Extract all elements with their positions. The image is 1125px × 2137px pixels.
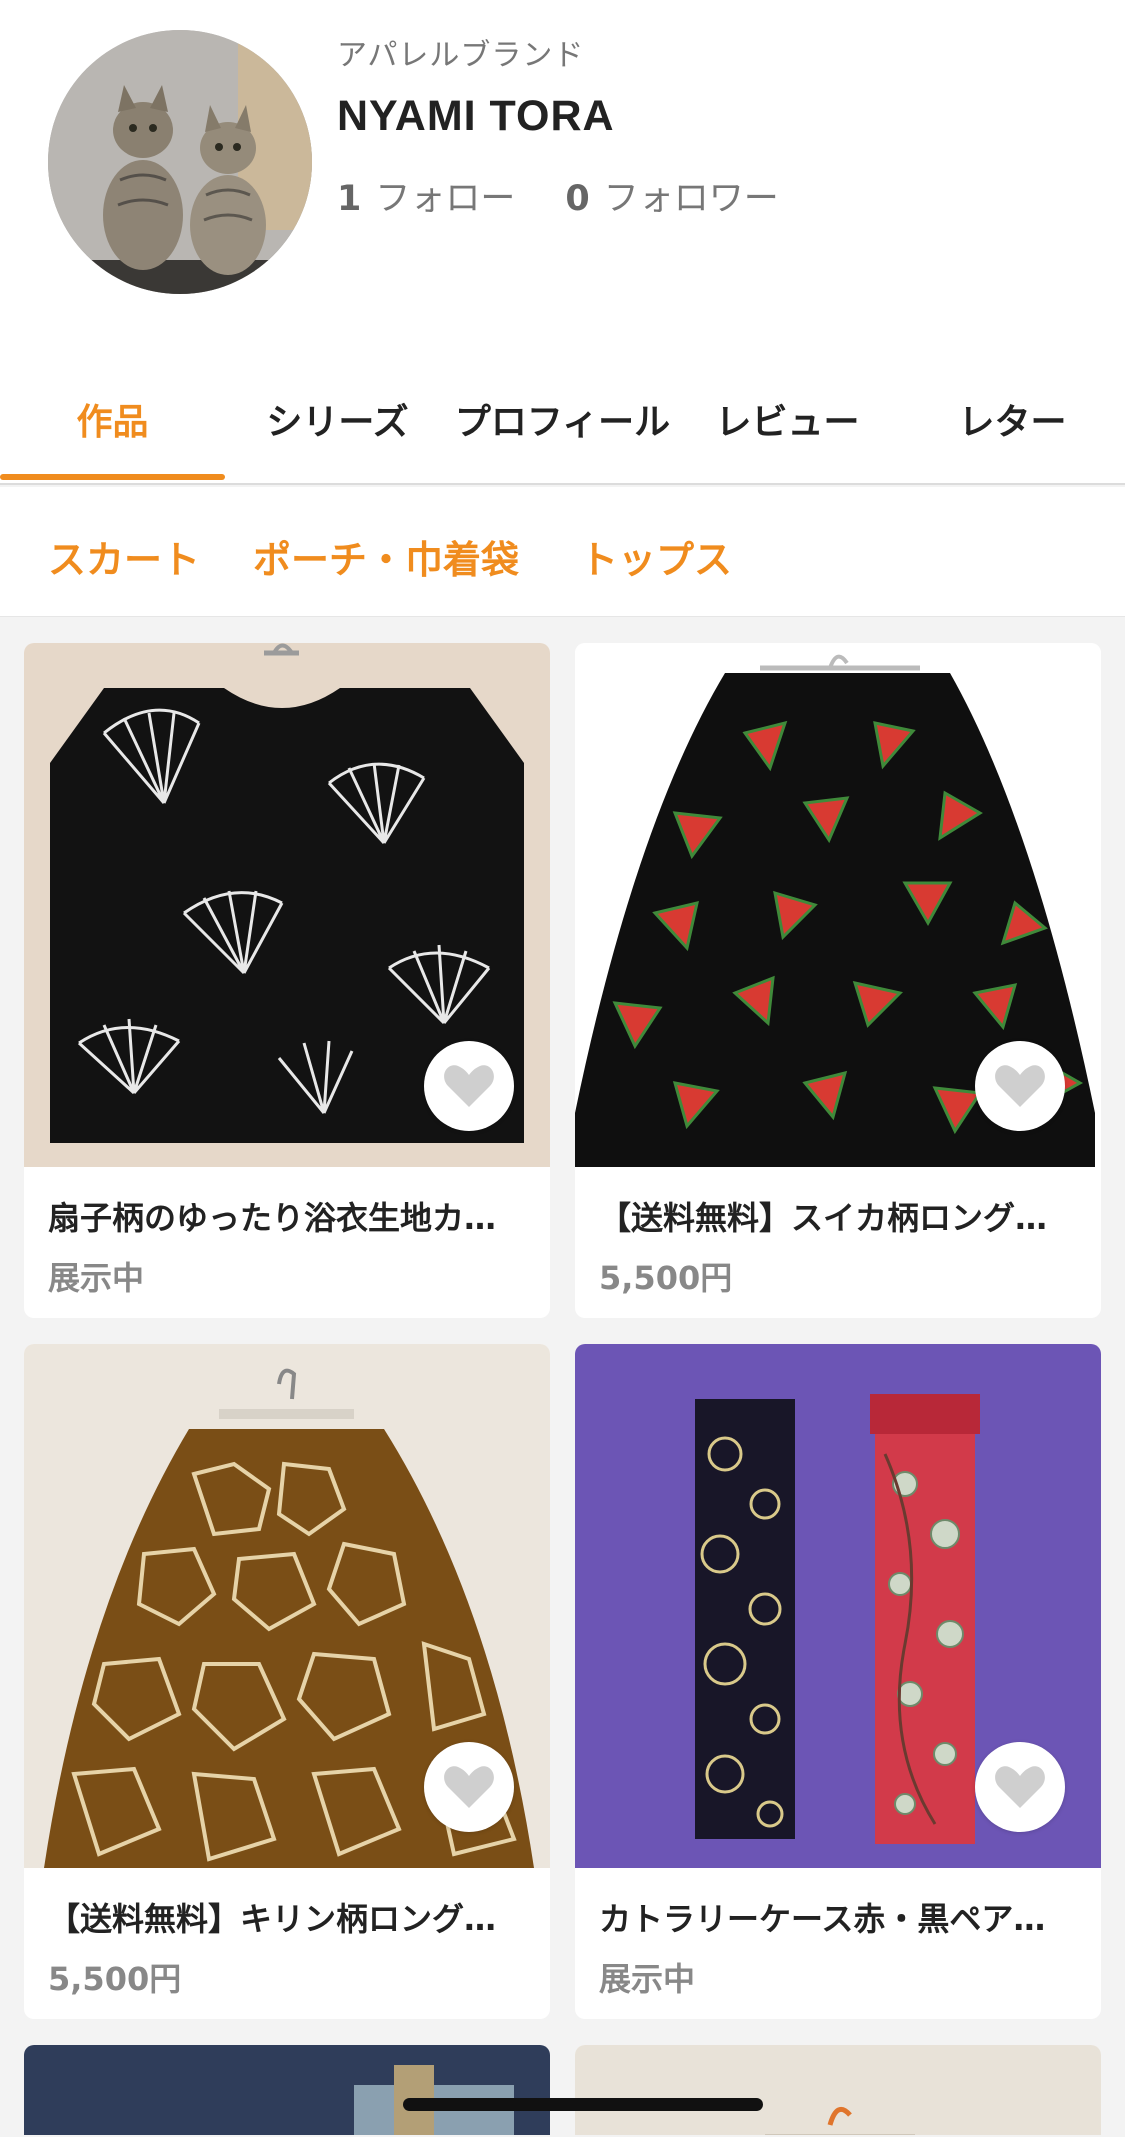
follow-label: フォロー <box>375 179 516 219</box>
product-price: 展示中 <box>48 1259 145 1297</box>
product-title: 【送料無料】キリン柄ロング… <box>48 1900 497 1938</box>
follow-count: 1 <box>337 179 362 219</box>
heart-icon <box>444 1065 494 1107</box>
product-card[interactable]: 扇子柄のゆったり浴衣生地カ… 展示中 <box>24 643 550 1318</box>
product-title: カトラリーケース赤・黒ペア… <box>599 1900 1046 1938</box>
profile-header: アパレルブランド NYAMI TORA 1 フォロー 0 フォロワー <box>0 0 1125 360</box>
subcategory-skirt[interactable]: スカート <box>48 529 200 584</box>
tab-works[interactable]: 作品 <box>0 393 225 445</box>
subcategory-tops[interactable]: トップス <box>580 529 732 584</box>
subcategory-pouch[interactable]: ポーチ・巾着袋 <box>253 529 519 584</box>
subcategory-bar: スカート ポーチ・巾着袋 トップス <box>0 487 1125 617</box>
home-indicator[interactable] <box>403 2098 763 2111</box>
favorite-button[interactable] <box>424 1041 514 1131</box>
product-image <box>24 2045 550 2135</box>
product-price: 5,500円 <box>48 1960 182 1998</box>
product-card[interactable] <box>24 2045 550 2135</box>
product-card[interactable] <box>575 2045 1101 2135</box>
tab-letters[interactable]: レター <box>900 393 1125 445</box>
follow-stats: 1 フォロー 0 フォロワー <box>337 170 779 221</box>
tab-series[interactable]: シリーズ <box>225 393 450 445</box>
shop-name: NYAMI TORA <box>337 92 615 140</box>
product-price: 展示中 <box>599 1960 696 1998</box>
follower-count: 0 <box>565 179 590 219</box>
heart-icon <box>444 1766 494 1808</box>
heart-icon <box>995 1766 1045 1808</box>
product-title: 扇子柄のゆったり浴衣生地カ… <box>48 1199 497 1237</box>
product-title: 【送料無料】スイカ柄ロング… <box>599 1199 1048 1237</box>
product-card[interactable]: 【送料無料】スイカ柄ロング… 5,500円 <box>575 643 1101 1318</box>
avatar[interactable] <box>48 30 312 294</box>
tab-profile[interactable]: プロフィール <box>450 393 675 445</box>
favorite-button[interactable] <box>975 1742 1065 1832</box>
tab-reviews[interactable]: レビュー <box>675 393 900 445</box>
active-tab-indicator <box>0 474 225 480</box>
follow-link[interactable]: 1 フォロー <box>337 170 515 221</box>
follower-link[interactable]: 0 フォロワー <box>565 170 778 221</box>
profile-tabs: 作品 シリーズ プロフィール レビュー レター <box>0 360 1125 485</box>
favorite-button[interactable] <box>975 1041 1065 1131</box>
product-card[interactable]: カトラリーケース赤・黒ペア… 展示中 <box>575 1344 1101 2019</box>
product-card[interactable]: 【送料無料】キリン柄ロング… 5,500円 <box>24 1344 550 2019</box>
follower-label: フォロワー <box>603 179 779 219</box>
shop-category: アパレルブランド <box>337 38 585 73</box>
product-price: 5,500円 <box>599 1259 733 1297</box>
favorite-button[interactable] <box>424 1742 514 1832</box>
product-image <box>575 2045 1101 2135</box>
heart-icon <box>995 1065 1045 1107</box>
